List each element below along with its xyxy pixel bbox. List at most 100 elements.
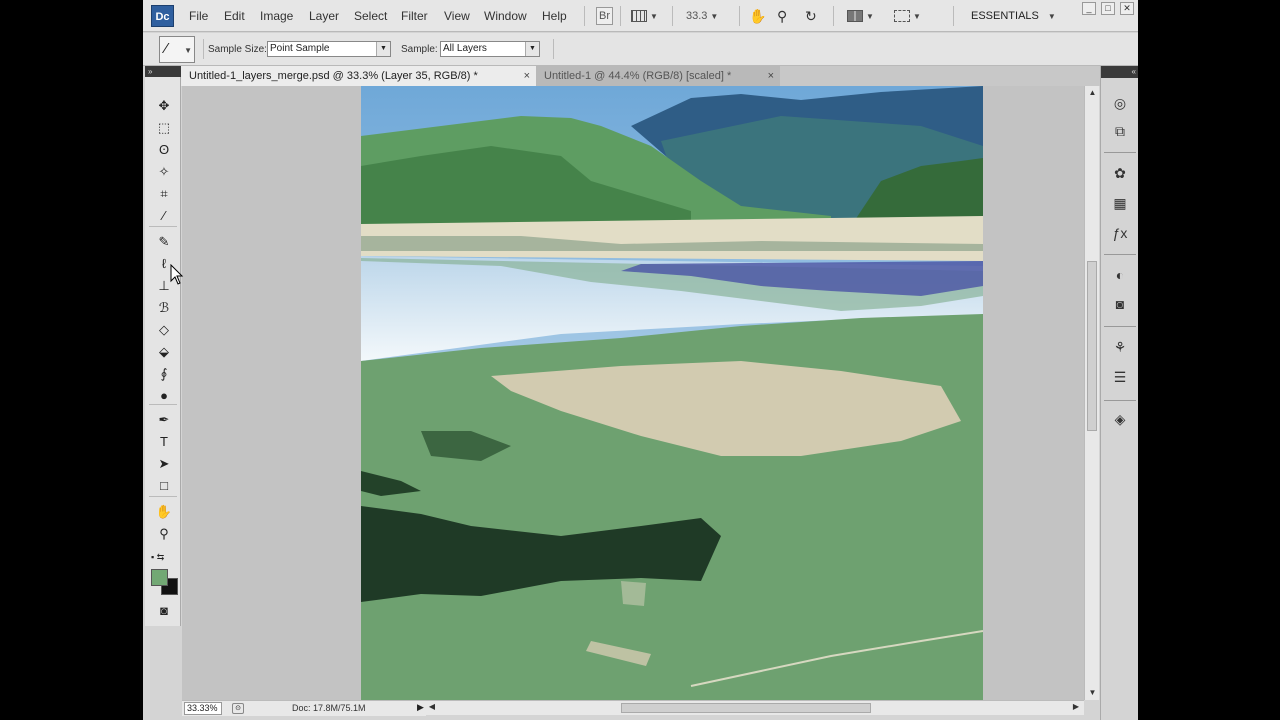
dodge-tool[interactable]: ∮ xyxy=(153,364,175,384)
channels-icon[interactable]: ☰ xyxy=(1108,366,1132,388)
options-separator xyxy=(553,39,554,59)
menu-separator xyxy=(833,6,834,26)
menu-layer[interactable]: Layer xyxy=(309,9,339,23)
close-icon[interactable]: × xyxy=(524,66,530,86)
paint-bucket-tool[interactable]: ⬙ xyxy=(153,342,175,362)
status-options-icon[interactable]: ⊙ xyxy=(232,703,244,714)
status-menu-icon[interactable]: ▶ xyxy=(417,702,424,713)
tab-label: Untitled-1_layers_merge.psd @ 33.3% (Lay… xyxy=(189,70,478,82)
close-icon[interactable]: × xyxy=(768,66,774,86)
type-tool[interactable]: T xyxy=(153,432,175,452)
tab-document-1[interactable]: Untitled-1_layers_merge.psd @ 33.3% (Lay… xyxy=(181,66,536,86)
quick-mask-icon[interactable]: ◙ xyxy=(153,601,175,621)
menu-bar: Dc File Edit Image Layer Select Filter V… xyxy=(143,0,1138,32)
pen-tool[interactable]: ✒ xyxy=(153,410,175,430)
rotate-view-icon[interactable]: ↻ xyxy=(805,7,817,25)
scroll-right-icon[interactable]: ▶ xyxy=(1070,702,1082,711)
workspace-switcher[interactable]: ESSENTIALS ▼ xyxy=(971,7,1056,25)
panel-dock: « ◎ ⧉ ✿ ▦ ƒx ◐ ◙ ⚘ ☰ ◈ xyxy=(1100,66,1138,720)
horizontal-scrollbar[interactable]: ◀ ▶ xyxy=(426,700,1084,715)
hand-tool[interactable]: ✋ xyxy=(153,502,175,522)
layers-icon[interactable]: ◈ xyxy=(1108,408,1132,430)
tab-document-2[interactable]: Untitled-1 @ 44.4% (RGB/8) [scaled] * × xyxy=(536,66,780,86)
zoom-level-dropdown[interactable]: 33.3 ▼ xyxy=(686,7,718,25)
canvas-area[interactable] xyxy=(182,86,1084,700)
swap-colors-icon[interactable]: ▪ ⇆ xyxy=(151,552,164,563)
tool-preset-picker[interactable]: ⁄ ▼ xyxy=(159,36,195,63)
tool-divider xyxy=(149,404,177,405)
burn-tool[interactable]: ● xyxy=(153,386,175,406)
healing-brush-tool[interactable]: ✎ xyxy=(153,232,175,252)
path-selection-tool[interactable]: ➤ xyxy=(153,454,175,474)
chevron-down-icon: ▼ xyxy=(913,11,921,21)
vertical-scroll-thumb[interactable] xyxy=(1087,261,1097,431)
chevron-down-icon: ▼ xyxy=(866,11,874,21)
menu-separator xyxy=(953,6,954,26)
color-icon[interactable]: ✿ xyxy=(1108,162,1132,184)
menu-help[interactable]: Help xyxy=(542,9,567,23)
sample-value: All Layers xyxy=(443,43,487,54)
vertical-scrollbar[interactable]: ▲ ▼ xyxy=(1084,86,1099,700)
3d-icon[interactable]: ◎ xyxy=(1108,92,1132,114)
dock-collapse-button[interactable]: « xyxy=(1101,66,1138,78)
zoom-field[interactable]: 33.33% xyxy=(184,702,222,715)
lasso-tool[interactable]: ʘ xyxy=(153,140,175,160)
menu-edit[interactable]: Edit xyxy=(224,9,245,23)
move-tool[interactable]: ✥ xyxy=(153,96,175,116)
masks-icon[interactable]: ◙ xyxy=(1108,293,1132,315)
eraser-tool[interactable]: ◇ xyxy=(153,320,175,340)
toolbox-collapse-button[interactable]: » xyxy=(145,66,181,77)
swatches-icon[interactable]: ▦ xyxy=(1108,192,1132,214)
screen-mode-icon xyxy=(894,10,910,22)
workspace-label: ESSENTIALS xyxy=(971,10,1039,22)
document-tab-bar: Untitled-1_layers_merge.psd @ 33.3% (Lay… xyxy=(181,66,1101,86)
document-canvas[interactable] xyxy=(361,86,983,700)
chevron-down-icon: ▼ xyxy=(650,11,658,21)
scroll-down-icon[interactable]: ▼ xyxy=(1085,688,1100,697)
scroll-left-icon[interactable]: ◀ xyxy=(426,702,438,711)
sample-size-select[interactable]: Point Sample ▼ xyxy=(267,41,391,57)
dock-divider xyxy=(1104,400,1136,401)
sample-select[interactable]: All Layers ▼ xyxy=(440,41,540,57)
screen-mode-button[interactable]: ▼ xyxy=(894,7,921,25)
chevron-down-icon: ▼ xyxy=(525,42,539,56)
menu-file[interactable]: File xyxy=(189,9,208,23)
document-info: Doc: 17.8M/75.1M xyxy=(292,703,366,713)
menu-separator xyxy=(672,6,673,26)
bridge-button[interactable]: Br xyxy=(596,7,613,25)
transform-icon[interactable]: ⧉ xyxy=(1108,120,1132,142)
adjustments-icon[interactable]: ◐ xyxy=(1108,264,1132,286)
path-stroke xyxy=(621,581,646,606)
shape-tool[interactable]: □ xyxy=(153,476,175,496)
marquee-tool[interactable]: ⬚ xyxy=(153,118,175,138)
sample-size-label: Sample Size: xyxy=(208,44,267,55)
dock-divider xyxy=(1104,254,1136,255)
menu-select[interactable]: Select xyxy=(354,9,387,23)
magic-wand-tool[interactable]: ✧ xyxy=(153,162,175,182)
eyedropper-tool[interactable]: ⁄ xyxy=(153,206,175,226)
foreground-color-swatch[interactable] xyxy=(151,569,168,586)
photoshop-window: Dc File Edit Image Layer Select Filter V… xyxy=(143,0,1138,720)
close-window-button[interactable]: ✕ xyxy=(1120,2,1134,15)
hand-icon[interactable]: ✋ xyxy=(749,7,766,25)
minimize-button[interactable]: _ xyxy=(1082,2,1096,15)
toolbox: » ✥ ⬚ ʘ ✧ ⌗ ⁄ ✎ ℓ ⊥ ℬ ◇ ⬙ ∮ ● ✒ T ➤ □ ✋ ⚲ ▪ ⇆ ◙ xyxy=(145,66,181,626)
zoom-icon[interactable]: ⚲ xyxy=(777,7,787,25)
menu-view[interactable]: View xyxy=(444,9,470,23)
history-brush-tool[interactable]: ℬ xyxy=(153,298,175,318)
horizontal-scroll-thumb[interactable] xyxy=(621,703,871,713)
scroll-up-icon[interactable]: ▲ xyxy=(1085,88,1100,97)
zoom-tool[interactable]: ⚲ xyxy=(153,524,175,544)
crop-tool[interactable]: ⌗ xyxy=(153,184,175,204)
view-extras-button[interactable]: ▼ xyxy=(631,7,658,25)
menu-image[interactable]: Image xyxy=(260,9,293,23)
chevron-down-icon: ▼ xyxy=(1047,11,1056,21)
styles-icon[interactable]: ƒx xyxy=(1108,222,1132,244)
restore-button[interactable]: □ xyxy=(1101,2,1115,15)
arrange-documents-button[interactable]: ▼ xyxy=(847,7,874,25)
menu-filter[interactable]: Filter xyxy=(401,9,428,23)
dock-divider xyxy=(1104,326,1136,327)
clone-source-icon[interactable]: ⚘ xyxy=(1108,336,1132,358)
menu-window[interactable]: Window xyxy=(484,9,527,23)
sample-label: Sample: xyxy=(401,44,438,55)
